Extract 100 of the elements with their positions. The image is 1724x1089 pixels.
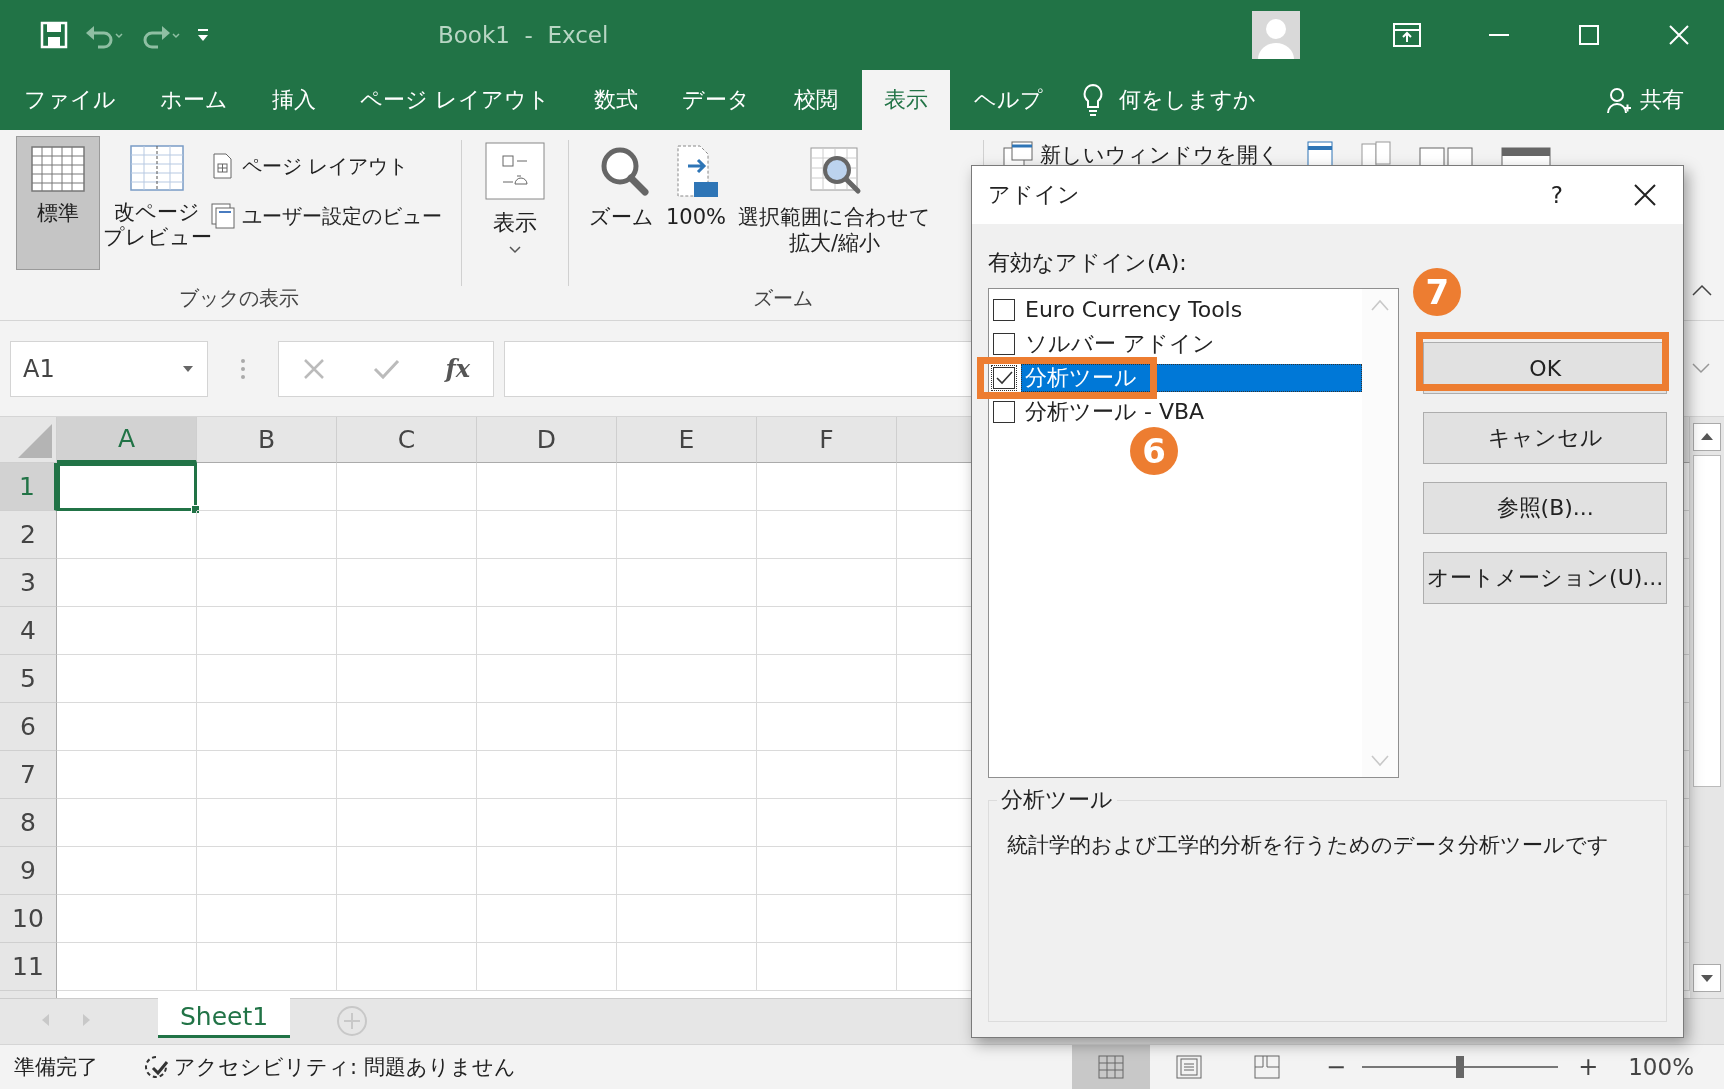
active-cell[interactable]	[57, 463, 197, 511]
sheet-cell[interactable]	[757, 463, 897, 511]
row-header[interactable]: 3	[0, 559, 57, 607]
sheet-cell[interactable]	[477, 943, 617, 991]
scrollbar-thumb[interactable]	[1693, 455, 1721, 787]
sheet-cell[interactable]	[57, 607, 197, 655]
expand-formula-icon[interactable]	[1692, 362, 1710, 375]
row-header[interactable]: 10	[0, 895, 57, 943]
sheet-cell[interactable]	[757, 703, 897, 751]
sheet-cell[interactable]	[337, 607, 477, 655]
sheet-cell[interactable]	[197, 655, 337, 703]
sheet-cell[interactable]	[617, 463, 757, 511]
sheet-cell[interactable]	[617, 847, 757, 895]
ribbon-tab[interactable]: ファイル	[2, 70, 138, 130]
view-button[interactable]: ページ レイアウト	[210, 152, 442, 180]
sheet-cell[interactable]	[57, 895, 197, 943]
row-header[interactable]: 5	[0, 655, 57, 703]
sheet-cell[interactable]	[337, 655, 477, 703]
ribbon-tab[interactable]: ページ レイアウト	[338, 70, 572, 130]
sheet-cell[interactable]	[337, 847, 477, 895]
view-button[interactable]	[1072, 1045, 1150, 1089]
customize-caret-icon[interactable]	[196, 27, 210, 43]
column-header[interactable]: D	[477, 417, 617, 463]
slider-thumb[interactable]	[1456, 1056, 1465, 1078]
sheet-cell[interactable]	[337, 559, 477, 607]
row-header[interactable]: 11	[0, 943, 57, 991]
sheet-cell[interactable]	[337, 895, 477, 943]
sheet-tab[interactable]: Sheet1	[158, 998, 291, 1038]
ribbon-tab[interactable]: データ	[660, 70, 772, 130]
sheet-cell[interactable]	[477, 847, 617, 895]
dialog-button[interactable]: オートメーション(U)...	[1423, 552, 1667, 604]
list-item[interactable]: Euro Currency Tools	[1021, 296, 1363, 324]
sheet-cell[interactable]	[617, 655, 757, 703]
row-header[interactable]: 6	[0, 703, 57, 751]
tab-right-icon[interactable]	[82, 1013, 92, 1027]
list-item[interactable]: 分析ツール - VBA	[1021, 398, 1363, 426]
sheet-cell[interactable]	[197, 607, 337, 655]
sheet-cell[interactable]	[197, 799, 337, 847]
sheet-cell[interactable]	[337, 751, 477, 799]
sheet-cell[interactable]	[757, 847, 897, 895]
sheet-cell[interactable]	[617, 943, 757, 991]
row-header[interactable]: 1	[0, 463, 57, 511]
dialog-button[interactable]: 参照(B)...	[1423, 482, 1667, 534]
sheet-cell[interactable]	[197, 511, 337, 559]
sheet-cell[interactable]	[757, 943, 897, 991]
sheet-cell[interactable]	[757, 511, 897, 559]
column-header[interactable]: F	[757, 417, 897, 463]
help-button[interactable]: ?	[1550, 182, 1563, 208]
sheet-cell[interactable]	[57, 655, 197, 703]
collapse-ribbon-icon[interactable]	[1692, 284, 1712, 296]
sheet-cell[interactable]	[57, 799, 197, 847]
sheet-cell[interactable]	[617, 799, 757, 847]
view-button[interactable]: 改ページ プレビュー	[104, 136, 210, 270]
column-header[interactable]: B	[197, 417, 337, 463]
zoom-level[interactable]: 100%	[1628, 1054, 1694, 1080]
sheet-cell[interactable]	[477, 511, 617, 559]
sheet-cell[interactable]	[757, 799, 897, 847]
tell-me-search[interactable]: 何をしますか	[1105, 70, 1270, 130]
dialog-button[interactable]: キャンセル	[1423, 412, 1667, 464]
zoom-button[interactable]: 100%	[660, 136, 733, 285]
ribbon-tab[interactable]: ヘルプ	[952, 70, 1065, 130]
sheet-cell[interactable]	[57, 751, 197, 799]
sheet-cell[interactable]	[57, 511, 197, 559]
row-header[interactable]: 2	[0, 511, 57, 559]
sheet-cell[interactable]	[617, 751, 757, 799]
sheet-cell[interactable]	[197, 703, 337, 751]
view-button[interactable]: 標準	[16, 136, 100, 270]
save-icon[interactable]	[40, 21, 68, 49]
ribbon-tab[interactable]: 表示	[862, 70, 950, 130]
zoom-out-button[interactable]: −	[1326, 1053, 1347, 1081]
insert-function-button[interactable]: fx	[445, 354, 471, 383]
show-button[interactable]: 表示	[485, 136, 545, 320]
sheet-cell[interactable]	[57, 847, 197, 895]
sheet-cell[interactable]	[757, 895, 897, 943]
ribbon-tab[interactable]: 数式	[572, 70, 660, 130]
sheet-cell[interactable]	[477, 559, 617, 607]
zoom-button[interactable]: ズーム	[583, 136, 660, 285]
sheet-cell[interactable]	[617, 559, 757, 607]
name-box[interactable]: A1	[10, 340, 208, 397]
sheet-cell[interactable]	[197, 463, 337, 511]
sheet-cell[interactable]	[477, 607, 617, 655]
sheet-cell[interactable]	[477, 751, 617, 799]
sheet-cell[interactable]	[757, 751, 897, 799]
sheet-cell[interactable]	[197, 943, 337, 991]
checkbox[interactable]	[993, 401, 1015, 423]
row-header[interactable]: 4	[0, 607, 57, 655]
share-button[interactable]: 共有	[1596, 70, 1724, 130]
tab-left-icon[interactable]	[40, 1013, 50, 1027]
sheet-cell[interactable]	[197, 895, 337, 943]
add-sheet-icon[interactable]	[336, 1005, 369, 1037]
sheet-cell[interactable]	[57, 559, 197, 607]
sheet-cell[interactable]	[337, 799, 477, 847]
scroll-down-icon[interactable]	[1693, 964, 1721, 992]
list-item[interactable]: ソルバー アドイン	[1021, 330, 1363, 358]
sheet-cell[interactable]	[477, 463, 617, 511]
column-header[interactable]: C	[337, 417, 477, 463]
maximize-icon[interactable]	[1577, 23, 1601, 47]
checkbox[interactable]	[993, 333, 1015, 355]
sheet-cell[interactable]	[757, 607, 897, 655]
sheet-cell[interactable]	[617, 511, 757, 559]
